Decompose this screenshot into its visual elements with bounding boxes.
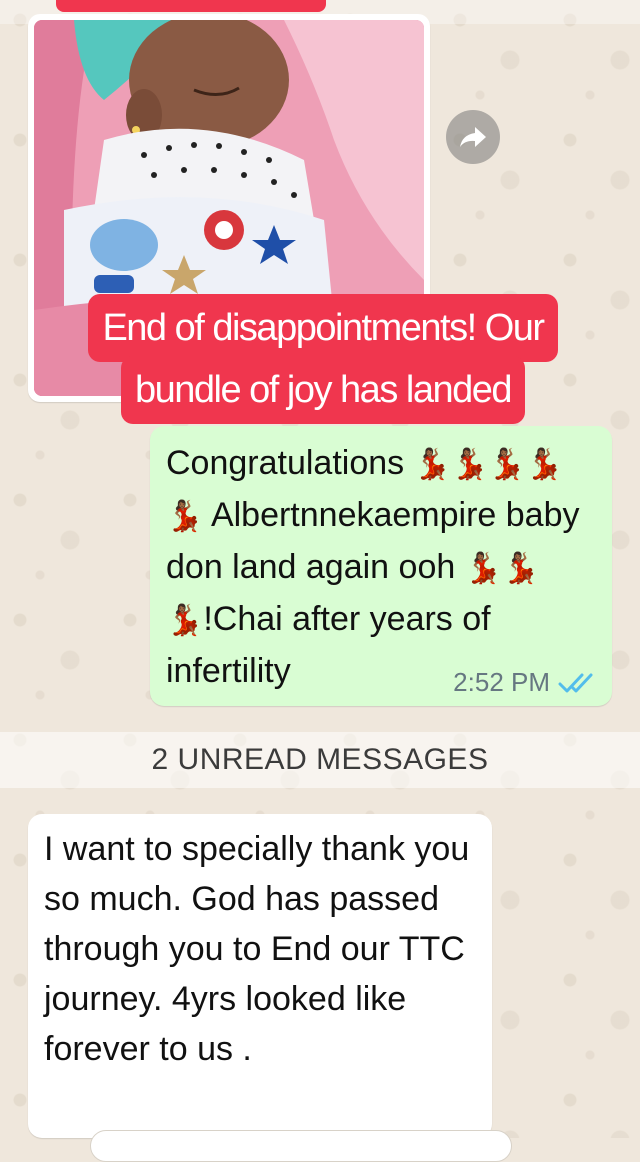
forward-icon — [460, 127, 486, 147]
unread-messages-label: 2 UNREAD MESSAGES — [151, 743, 489, 776]
outgoing-message-part-1: Congratulations — [166, 444, 405, 482]
unread-messages-divider: 2 UNREAD MESSAGES — [0, 732, 640, 788]
top-caption-banner — [56, 0, 326, 12]
outgoing-message-text: Congratulations 💃🏾💃🏾💃🏾💃🏾💃🏾 Albertnnekaem… — [166, 438, 596, 696]
message-time: 2:52 PM — [453, 667, 550, 697]
outgoing-message-bubble[interactable]: Congratulations 💃🏾💃🏾💃🏾💃🏾💃🏾 Albertnnekaem… — [150, 426, 612, 706]
caption-overlay: End of disappointments! Our bundle of jo… — [68, 294, 578, 424]
incoming-message-bubble[interactable]: I want to specially thank you so much. G… — [28, 814, 492, 1138]
forward-button[interactable] — [446, 110, 500, 164]
incoming-message-text: I want to specially thank you so much. G… — [44, 830, 470, 1068]
caption-line-1: End of disappointments! Our — [88, 294, 558, 362]
message-input-partial[interactable] — [90, 1130, 512, 1162]
message-meta: 2:52 PM — [453, 667, 598, 698]
double-check-icon — [558, 673, 593, 692]
caption-line-2: bundle of joy has landed — [121, 356, 525, 424]
outgoing-message-part-3: !Chai after years of infertility — [166, 600, 491, 690]
